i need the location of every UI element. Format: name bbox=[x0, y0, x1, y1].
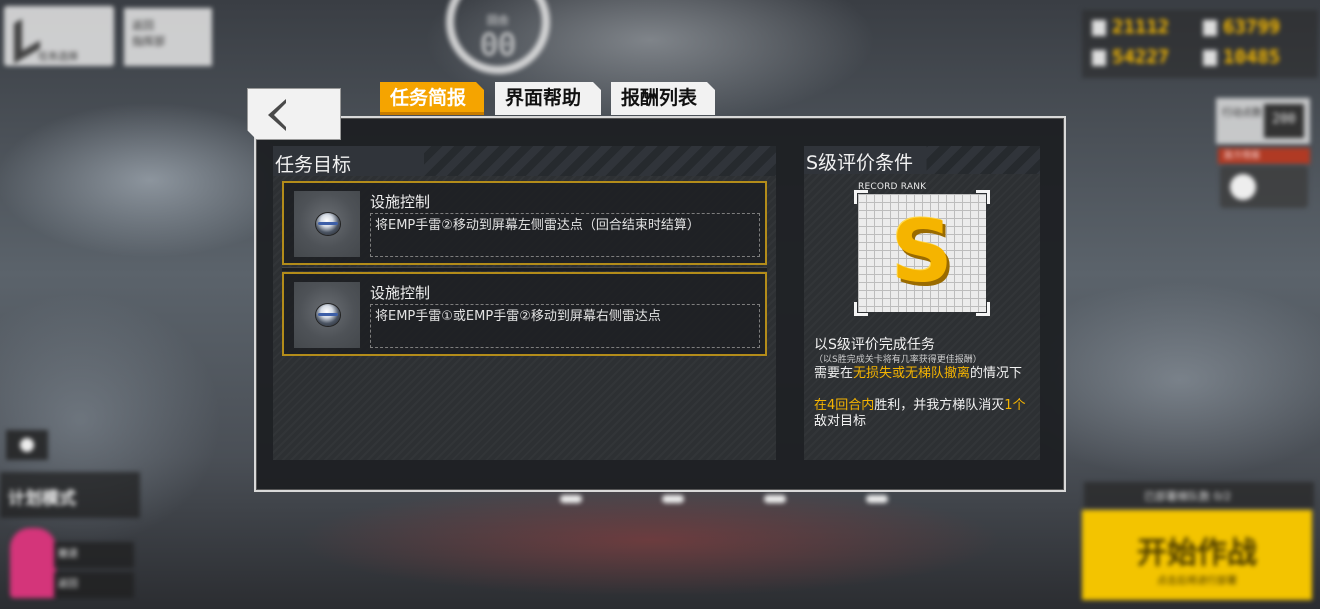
eye-icon bbox=[6, 430, 48, 460]
resource-parts: 10485 bbox=[1203, 46, 1308, 72]
turn-number: 00 bbox=[479, 28, 517, 63]
rank-badge: S bbox=[854, 190, 990, 316]
rank-note: （以S胜完成关卡将有几率获得更佳报酬） bbox=[814, 355, 982, 365]
objectives-header: 任务目标 bbox=[273, 146, 776, 176]
home-label-2: 指挥部 bbox=[132, 35, 165, 48]
tab-reward-list[interactable]: 报酬列表 bbox=[611, 82, 715, 115]
resource-ammo: 63799 bbox=[1203, 16, 1308, 42]
deployed-echelons: 已部署梯队数 0/2 bbox=[1084, 482, 1314, 508]
action-points-label: 行动点数 bbox=[1222, 108, 1262, 119]
chevron-left-icon bbox=[268, 99, 286, 131]
objective-description: 将EMP手雷②移动到屏幕左侧雷达点（回合结束时结算） bbox=[370, 213, 760, 257]
rank-condition-1: 需要在无损失或无梯队撤离的情况下 bbox=[814, 366, 1023, 381]
back-button-label: 任务选择 bbox=[38, 52, 78, 63]
objective-divider bbox=[282, 267, 767, 271]
enemy-intel-strip: 敌方情报 bbox=[1218, 148, 1310, 164]
action-points-value: 200 bbox=[1264, 104, 1304, 138]
back-arrow-icon bbox=[14, 8, 40, 64]
back-button-background: 任务选择 bbox=[4, 6, 114, 66]
tab-interface-help[interactable]: 界面帮助 bbox=[495, 82, 601, 115]
parts-icon bbox=[1203, 49, 1217, 66]
tab-mission-briefing[interactable]: 任务简报 bbox=[380, 82, 484, 115]
emp-grenade-icon bbox=[294, 191, 360, 257]
home-label-1: 返回 bbox=[132, 19, 154, 32]
objective-description: 将EMP手雷①或EMP手雷②移动到屏幕右侧雷达点 bbox=[370, 304, 760, 348]
objective-card: 设施控制 将EMP手雷①或EMP手雷②移动到屏幕右侧雷达点 bbox=[282, 272, 767, 356]
start-battle-label: 开始作战 bbox=[1137, 536, 1257, 571]
objective-name: 设施控制 bbox=[370, 284, 431, 302]
rations-icon bbox=[1092, 49, 1106, 66]
action-points-panel: 行动点数 200 bbox=[1216, 98, 1310, 144]
objective-card: 设施控制 将EMP手雷②移动到屏幕左侧雷达点（回合结束时结算） bbox=[282, 181, 767, 265]
record-rank-label: RECORD RANK bbox=[858, 182, 927, 192]
rank-letter: S bbox=[891, 202, 953, 302]
objectives-title: 任务目标 bbox=[275, 154, 352, 176]
turn-label: 回合 bbox=[487, 14, 509, 27]
objective-name: 设施控制 bbox=[370, 193, 431, 211]
objectives-panel: 任务目标 设施控制 将EMP手雷②移动到屏幕左侧雷达点（回合结束时结算） 设施控… bbox=[273, 146, 776, 460]
rank-title: S级评价条件 bbox=[806, 152, 914, 174]
intel-toggle bbox=[1220, 166, 1308, 208]
dialog-back-button[interactable] bbox=[247, 88, 341, 140]
ammo-icon bbox=[1203, 19, 1217, 36]
s-rank-panel: S级评价条件 RECORD RANK S 以S级评价完成任务 （以S胜完成关卡将… bbox=[804, 146, 1040, 460]
resource-panel: 21112 63799 54227 10485 bbox=[1082, 10, 1318, 78]
emp-grenade-icon bbox=[294, 282, 360, 348]
rank-goal: 以S级评价完成任务 bbox=[814, 337, 935, 353]
return-label: 返回 bbox=[54, 572, 134, 598]
resource-manpower: 21112 bbox=[1092, 16, 1197, 42]
fairy-icon bbox=[10, 528, 56, 598]
manpower-icon bbox=[1092, 19, 1106, 36]
retreat-label: 撤退 bbox=[54, 542, 134, 568]
fairy-labels: 撤退 返回 bbox=[54, 542, 134, 602]
turn-counter: 回合 00 bbox=[446, 0, 550, 74]
rank-header: S级评价条件 bbox=[804, 146, 1040, 174]
mission-briefing-dialog: 任务目标 设施控制 将EMP手雷②移动到屏幕左侧雷达点（回合结束时结算） 设施控… bbox=[254, 116, 1066, 492]
home-button-background: 返回 指挥部 bbox=[124, 8, 212, 66]
resource-rations: 54227 bbox=[1092, 46, 1197, 72]
toggle-knob bbox=[1230, 174, 1256, 200]
start-battle-sub: 点击后将进行部署 bbox=[1157, 576, 1237, 587]
rank-condition-2: 在4回合内胜利，并我方梯队消灭1个敌对目标 bbox=[814, 398, 1026, 429]
start-battle-button: 开始作战 点击后将进行部署 bbox=[1082, 510, 1312, 600]
plan-mode-button: 计划模式 bbox=[0, 472, 140, 518]
